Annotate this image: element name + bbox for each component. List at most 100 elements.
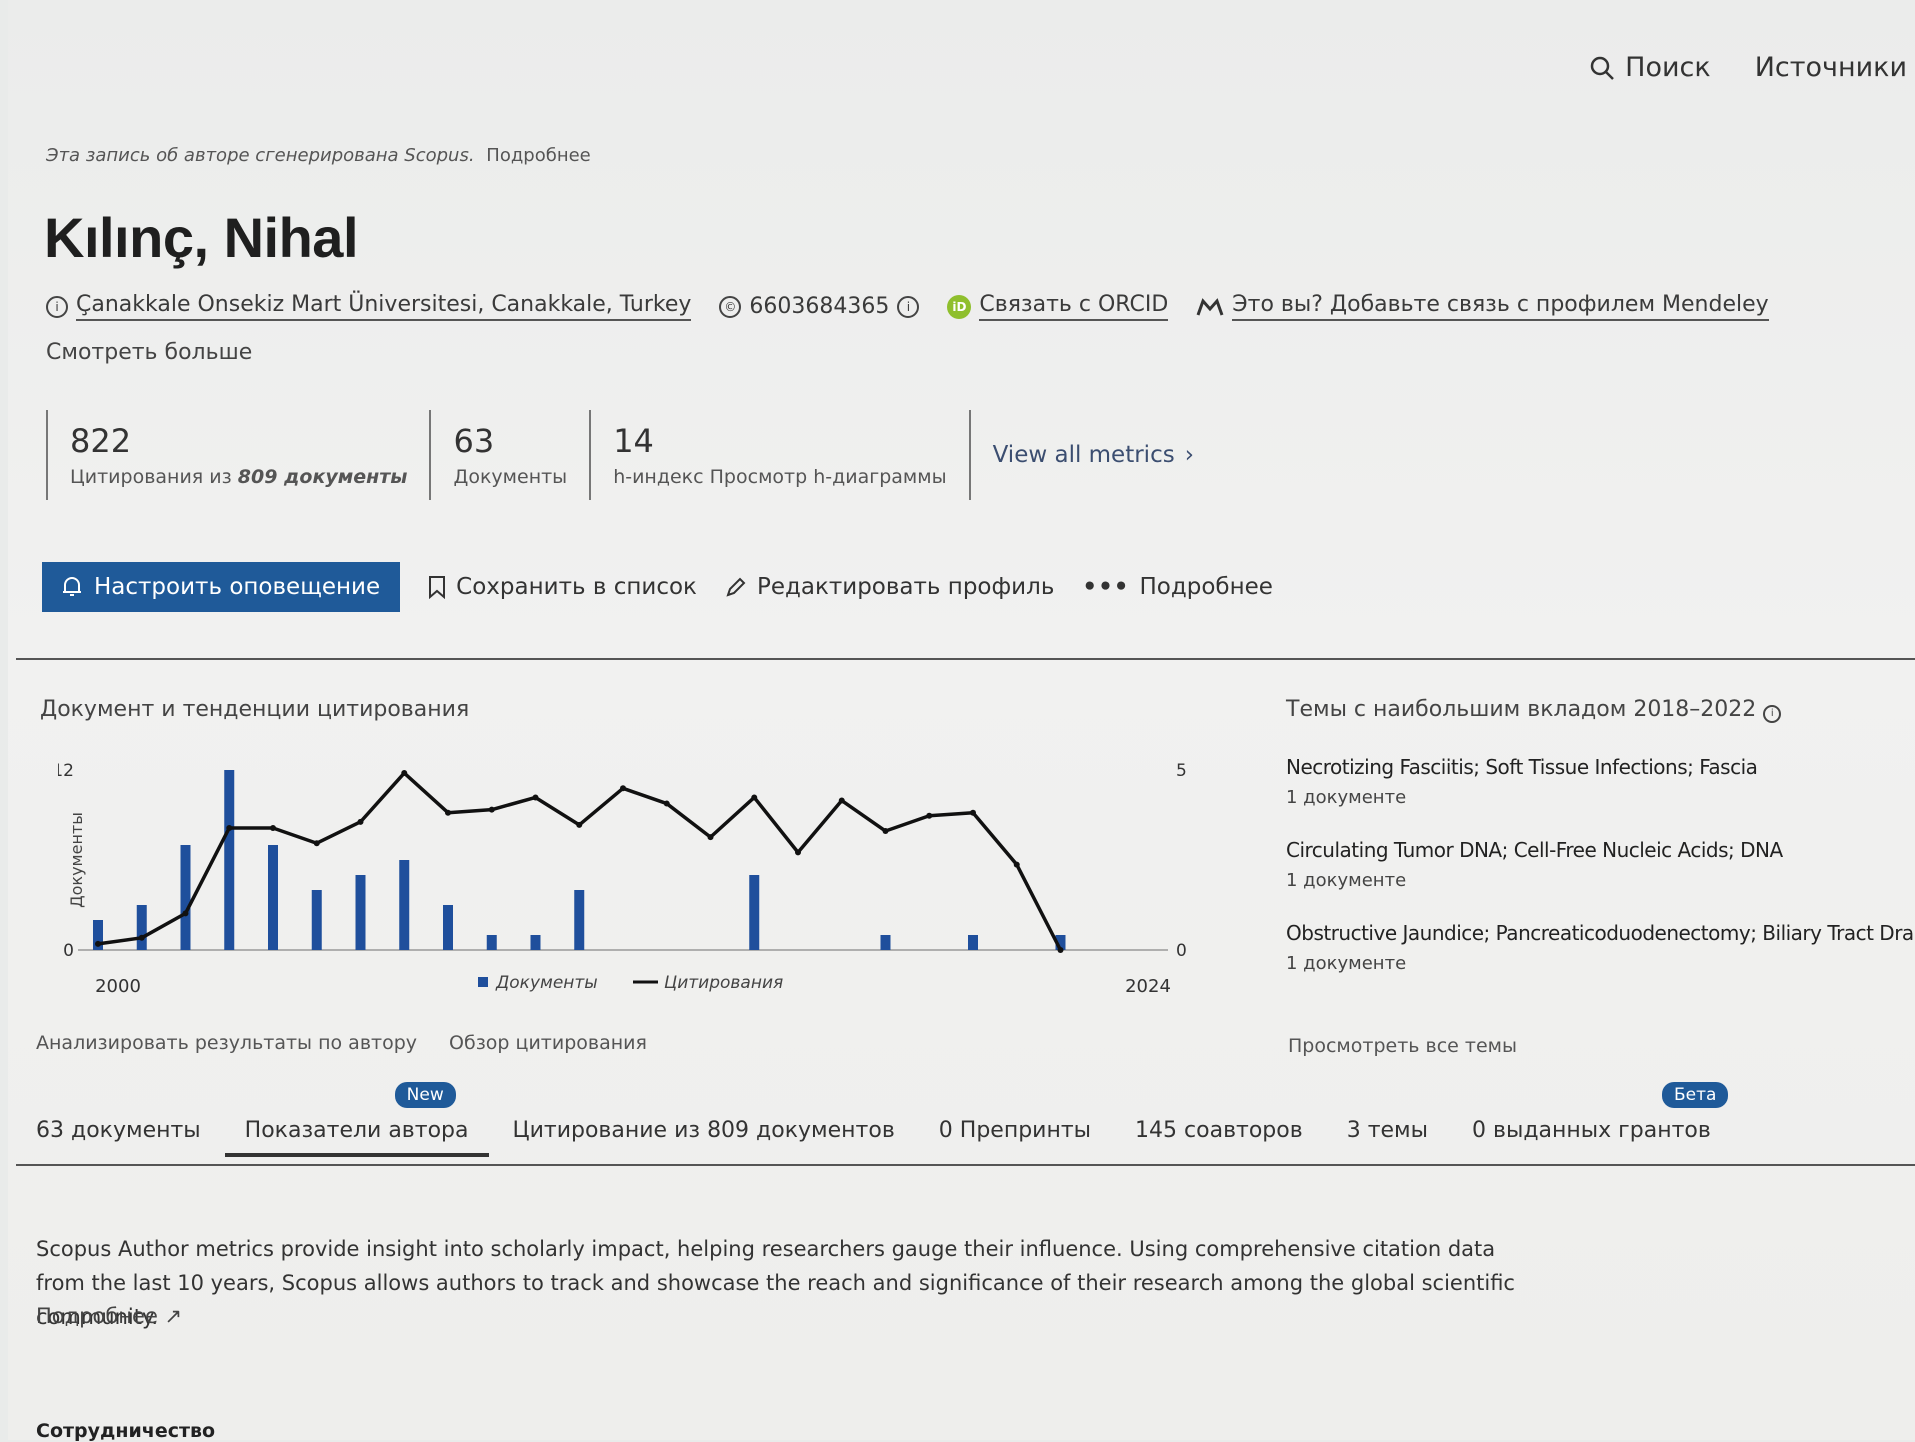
tab-label: Цитирование из 809 документов	[512, 1118, 895, 1143]
tab-citations[interactable]: Цитирование из 809 документов	[513, 1118, 895, 1157]
y-right-tick-min: 0	[1176, 941, 1187, 961]
bar-documents	[311, 890, 322, 950]
more-dots-icon: •••	[1082, 574, 1130, 600]
tab-author-metrics[interactable]: New Показатели автора	[224, 1082, 489, 1157]
topic-title: Necrotizing Fasciitis; Soft Tissue Infec…	[1286, 755, 1758, 779]
analyze-links: Анализировать результаты по автору Обзор…	[36, 1032, 647, 1054]
bar-documents	[749, 875, 760, 950]
more-button[interactable]: ••• Подробнее	[1082, 574, 1273, 600]
point-citations	[357, 818, 364, 825]
id-icon: ©	[719, 295, 742, 318]
point-citations	[270, 824, 276, 831]
hindex-label: h-индекс Просмотр h-диаграммы	[613, 466, 947, 488]
generated-notice: Эта запись об авторе сгенерирована Scopu…	[46, 145, 591, 166]
scopus-id: © 6603684365 i	[719, 294, 920, 319]
citation-overview-link[interactable]: Обзор цитирования	[449, 1032, 647, 1054]
tab-documents[interactable]: 63 документы	[36, 1118, 201, 1157]
tab-label: 63 документы	[36, 1118, 201, 1143]
scopus-author-page: Поиск Источники Эта запись об авторе сге…	[8, 0, 1915, 1442]
divider	[16, 1164, 1915, 1166]
nav-sources[interactable]: Источники	[1755, 52, 1907, 83]
point-citations	[313, 840, 320, 847]
analyze-by-author-link[interactable]: Анализировать результаты по автору	[36, 1032, 417, 1054]
topics-title: Темы с наибольшим вкладом 2018–2022 i	[1286, 697, 1782, 723]
bar-documents	[136, 905, 147, 950]
metric-hindex[interactable]: 14 h-индекс Просмотр h-диаграммы	[589, 410, 968, 500]
view-all-metrics-link[interactable]: View all metrics ›	[968, 410, 1216, 500]
point-citations	[576, 821, 583, 828]
view-all-topics-link[interactable]: Просмотреть все темы	[1288, 1035, 1517, 1057]
tab-grants[interactable]: Бета 0 выданных грантов	[1472, 1082, 1729, 1157]
topic-count: 1 документе	[1286, 953, 1407, 974]
point-citations	[882, 828, 889, 835]
y-left-tick-min: 0	[63, 941, 74, 961]
scopus-id-value: 6603684365	[749, 294, 890, 319]
point-citations	[926, 812, 933, 819]
bar-documents	[443, 905, 453, 950]
tab-label: 0 Препринты	[938, 1118, 1092, 1143]
point-citations	[182, 910, 189, 917]
trend-chart-svg: 12 0 59 0 Документы Цитирования 2000 2024 Докуме…	[52, 761, 1215, 997]
point-citations	[445, 809, 451, 816]
tab-topics[interactable]: 3 темы	[1347, 1118, 1428, 1157]
metric-citations[interactable]: 822 Цитирования из 809 документы	[46, 410, 429, 500]
hindex-value: 14	[613, 422, 654, 460]
affiliation-text: Çanakkale Onsekiz Mart Üniversitesi, Can…	[76, 292, 692, 321]
tab-coauthors[interactable]: 145 соавторов	[1135, 1118, 1303, 1157]
bookmark-icon	[429, 576, 446, 599]
documents-value: 63	[453, 422, 495, 460]
learn-more-link[interactable]: Подробнее ↗	[36, 1304, 182, 1328]
notice-text: Эта запись об авторе сгенерирована Scopu…	[46, 145, 475, 166]
action-bar: Настроить оповещение Сохранить в список …	[42, 562, 1273, 612]
edit-profile-button[interactable]: Редактировать профиль	[725, 574, 1054, 600]
point-citations	[751, 794, 758, 801]
metrics-bar: 822 Цитирования из 809 документы 63 Доку…	[46, 410, 1216, 500]
info-icon[interactable]: i	[1763, 705, 1782, 723]
edit-profile-label: Редактировать профиль	[756, 574, 1055, 600]
tab-label: 145 соавторов	[1135, 1118, 1303, 1143]
pencil-icon	[726, 577, 746, 597]
top-nav: Поиск Источники	[1589, 52, 1907, 83]
topic-item[interactable]: Obstructive Jaundice; Pancreaticoduodene…	[1286, 921, 1915, 974]
nav-search[interactable]: Поиск	[1589, 52, 1711, 83]
legend-citations-label: Цитирования	[664, 973, 783, 993]
info-icon[interactable]: i	[897, 295, 920, 318]
set-alert-button[interactable]: Настроить оповещение	[42, 562, 401, 612]
see-more-link[interactable]: Смотреть больше	[46, 340, 252, 365]
legend-documents-swatch	[478, 977, 488, 987]
save-to-list-button[interactable]: Сохранить в список	[428, 574, 697, 600]
orcid-link[interactable]: iD Связать с ORCID	[947, 292, 1169, 321]
citations-label: Цитирования из 809 документы	[70, 466, 407, 488]
tab-preprints[interactable]: 0 Препринты	[939, 1118, 1091, 1157]
metrics-description: Scopus Author metrics provide insight in…	[36, 1237, 1515, 1329]
bar-documents	[224, 770, 235, 950]
tab-label: Показатели автора	[244, 1118, 469, 1143]
citations-value: 822	[70, 422, 132, 460]
bar-documents	[268, 845, 278, 950]
orcid-link-text: Связать с ORCID	[979, 292, 1169, 321]
trend-chart: 12 0 59 0 Документы Цитирования 2000 2024 Докуме…	[52, 740, 1215, 1020]
point-citations	[663, 800, 670, 807]
topic-item[interactable]: Necrotizing Fasciitis; Soft Tissue Infec…	[1286, 755, 1915, 808]
view-all-metrics-label: View all metrics	[992, 442, 1175, 468]
topic-title: Obstructive Jaundice; Pancreaticoduodene…	[1286, 921, 1915, 945]
divider	[16, 658, 1915, 660]
topics-title-text: Темы с наибольшим вкладом 2018–2022	[1286, 697, 1757, 722]
point-citations	[707, 834, 714, 841]
notice-more-link[interactable]: Подробнее	[486, 145, 590, 166]
new-badge: New	[394, 1082, 456, 1108]
mendeley-link[interactable]: Это вы? Добавьте связь с профилем Mendel…	[1196, 292, 1769, 321]
topic-item[interactable]: Circulating Tumor DNA; Cell-Free Nucleic…	[1286, 838, 1915, 891]
bar-documents	[574, 890, 585, 950]
topic-count: 1 документе	[1286, 870, 1407, 891]
documents-label: Документы	[453, 466, 568, 488]
affiliation[interactable]: i Çanakkale Onsekiz Mart Üniversitesi, C…	[46, 292, 692, 321]
metric-documents[interactable]: 63 Документы	[429, 410, 589, 500]
point-citations	[532, 794, 539, 801]
nav-search-label: Поиск	[1625, 52, 1711, 83]
topic-count: 1 документе	[1286, 787, 1407, 808]
more-label: Подробнее	[1139, 574, 1273, 600]
citations-label-prefix: Цитирования из	[70, 466, 232, 488]
y-left-tick-max: 12	[58, 761, 74, 781]
bar-documents	[968, 935, 978, 950]
